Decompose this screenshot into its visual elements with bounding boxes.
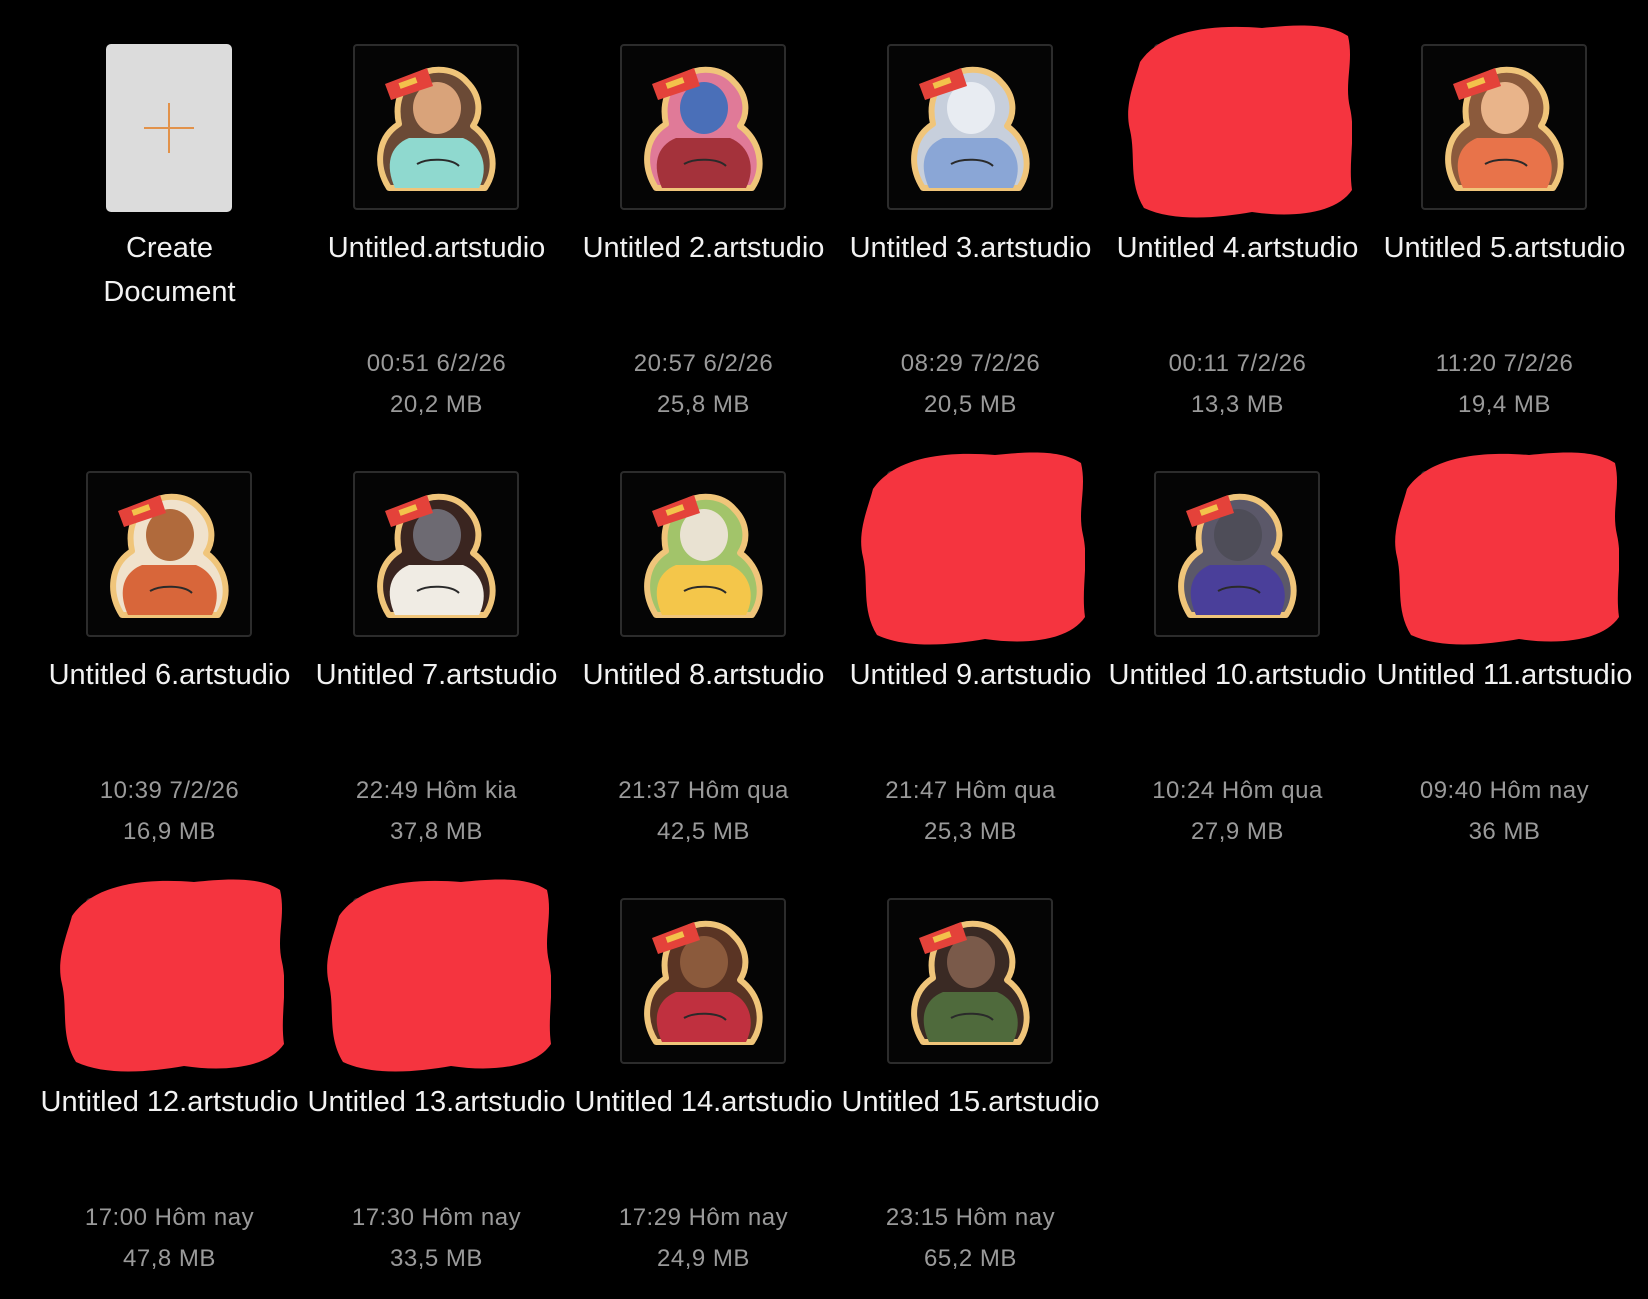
sticker-icon [1445,66,1564,191]
document-thumbnail[interactable] [353,898,519,1064]
document-size: 13,3 MB [1191,391,1284,418]
sticker-icon [644,493,763,618]
document-size: 20,5 MB [924,391,1017,418]
document-date: 17:00 Hôm nay [84,1204,255,1231]
document-tile[interactable]: Untitled 2.artstudio 20:57 6/2/26 25,8 MB [570,44,837,444]
sticker-icon [110,920,229,1045]
sticker-icon [377,493,496,618]
document-size: 47,8 MB [123,1245,216,1272]
document-tile[interactable]: Untitled 15.artstudio 23:15 Hôm nay 65,2 M… [837,898,1104,1298]
document-thumbnail[interactable] [887,44,1053,210]
sticker-icon [1178,66,1297,191]
document-date: 00:11 7/2/26 [1168,350,1307,377]
document-name: Untitled 4.artstudio [1116,232,1359,264]
document-name: Untitled 12.artstudio [40,1086,299,1118]
sticker-icon [911,66,1030,191]
document-name: Untitled 6.artstudio [48,659,291,691]
sticker-icon [911,493,1030,618]
sticker-icon [1445,493,1564,618]
document-tile[interactable]: Untitled 12.artstudio 17:00 Hôm nay 47,8 M… [36,879,303,1298]
document-grid: Create Document Untitled.artstudio 00:51 … [0,0,1648,1299]
document-size: 25,3 MB [924,818,1017,845]
document-tile[interactable]: Untitled 13.artstudio 17:30 Hôm nay 33,5 M… [303,879,570,1298]
document-tile[interactable]: Untitled 3.artstudio 08:29 7/2/26 20,5 MB [837,44,1104,444]
document-size: 16,9 MB [123,818,216,845]
document-date: 10:24 Hôm qua [1152,777,1323,804]
document-name: Untitled 7.artstudio [315,659,558,691]
sticker-icon [644,920,763,1045]
document-tile[interactable]: Untitled 11.artstudio 09:40 Hôm nay 36 MB [1371,452,1638,871]
document-thumbnail[interactable] [1421,44,1587,210]
sticker-icon [644,66,763,191]
document-date: 09:40 Hôm nay [1419,777,1590,804]
document-thumbnail[interactable] [1154,44,1320,210]
document-name: Untitled 11.artstudio [1376,659,1633,691]
sticker-icon [1178,493,1297,618]
plus-icon [144,103,194,153]
document-date: 17:30 Hôm nay [351,1204,522,1231]
document-size: 65,2 MB [924,1245,1017,1272]
document-thumbnail[interactable] [887,471,1053,637]
document-size: 33,5 MB [390,1245,483,1272]
document-name: Untitled 3.artstudio [849,232,1092,264]
document-thumbnail[interactable] [620,44,786,210]
document-tile[interactable]: Untitled.artstudio 00:51 6/2/26 20,2 MB [303,44,570,444]
document-thumbnail[interactable] [1154,471,1320,637]
document-date: 10:39 7/2/26 [99,777,240,804]
document-name: Untitled 14.artstudio [574,1086,833,1118]
create-document-label: Create Document [103,232,236,308]
document-size: 27,9 MB [1191,818,1284,845]
document-size: 20,2 MB [390,391,483,418]
document-date: 17:29 Hôm nay [618,1204,789,1231]
document-tile[interactable]: Untitled 7.artstudio 22:49 Hôm kia 37,8 MB [303,471,570,871]
create-document-button[interactable] [106,44,232,212]
document-name: Untitled 15.artstudio [841,1086,1100,1118]
document-name: Untitled 2.artstudio [582,232,825,264]
document-thumbnail[interactable] [620,471,786,637]
document-size: 36 MB [1468,818,1541,845]
document-thumbnail[interactable] [353,471,519,637]
document-tile[interactable]: Untitled 6.artstudio 10:39 7/2/26 16,9 MB [36,471,303,871]
document-date: 08:29 7/2/26 [900,350,1041,377]
document-date: 21:47 Hôm qua [885,777,1056,804]
document-tile[interactable]: Untitled 14.artstudio 17:29 Hôm nay 24,9 M… [570,898,837,1298]
document-tile[interactable]: Untitled 10.artstudio 10:24 Hôm qua 27,9 M… [1104,471,1371,871]
document-date: 20:57 6/2/26 [633,350,774,377]
document-name: Untitled 10.artstudio [1108,659,1367,691]
document-size: 25,8 MB [657,391,750,418]
document-date: 23:15 Hôm nay [885,1204,1056,1231]
document-thumbnail[interactable] [353,44,519,210]
document-size: 37,8 MB [390,818,483,845]
document-date: 00:51 6/2/26 [366,350,507,377]
sticker-icon [911,920,1030,1045]
document-size: 42,5 MB [657,818,750,845]
document-date: 22:49 Hôm kia [355,777,518,804]
document-tile[interactable]: Untitled 4.artstudio 00:11 7/2/26 13,3 MB [1104,25,1371,444]
sticker-icon [377,66,496,191]
document-size: 24,9 MB [657,1245,750,1272]
document-date: 21:37 Hôm qua [618,777,789,804]
document-thumbnail[interactable] [1421,471,1587,637]
sticker-icon [377,920,496,1045]
document-name: Untitled 13.artstudio [307,1086,566,1118]
document-date: 11:20 7/2/26 [1435,350,1574,377]
document-name: Untitled 5.artstudio [1383,232,1626,264]
sticker-icon [110,493,229,618]
document-tile[interactable]: Untitled 5.artstudio 11:20 7/2/26 19,4 MB [1371,44,1638,444]
document-size: 19,4 MB [1458,391,1551,418]
document-thumbnail[interactable] [887,898,1053,1064]
document-thumbnail[interactable] [620,898,786,1064]
document-thumbnail[interactable] [86,898,252,1064]
document-tile[interactable]: Untitled 8.artstudio 21:37 Hôm qua 42,5 MB [570,471,837,871]
document-name: Untitled 9.artstudio [849,659,1092,691]
document-name: Untitled 8.artstudio [582,659,825,691]
document-thumbnail[interactable] [86,471,252,637]
document-name: Untitled.artstudio [327,232,546,264]
document-tile[interactable]: Untitled 9.artstudio 21:47 Hôm qua 25,3 MB [837,452,1104,871]
create-document-tile[interactable]: Create Document [36,44,303,444]
